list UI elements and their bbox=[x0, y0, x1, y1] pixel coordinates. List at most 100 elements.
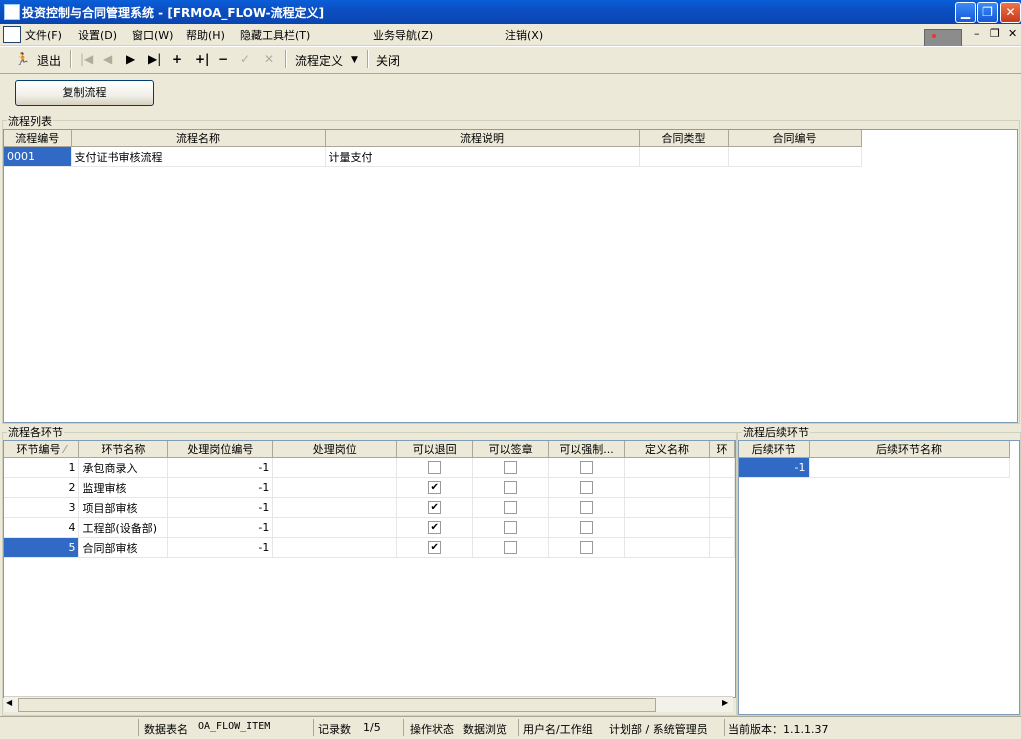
cell-def-name[interactable] bbox=[624, 477, 710, 498]
cell-next-step-name[interactable] bbox=[809, 457, 1010, 478]
prev-record-icon[interactable]: ◀ bbox=[103, 52, 112, 66]
cell-post-no[interactable]: -1 bbox=[167, 457, 274, 478]
cell-extra[interactable] bbox=[709, 477, 735, 498]
table-row[interactable]: 4 工程部(设备部) -1 ✔ bbox=[4, 517, 735, 538]
cell-post[interactable] bbox=[272, 517, 398, 538]
checkbox-sign[interactable] bbox=[504, 461, 518, 475]
menu-business-nav[interactable]: 业务导航(Z) bbox=[373, 27, 433, 43]
minimize-icon[interactable]: ▁ bbox=[955, 2, 976, 23]
cell-def-name[interactable] bbox=[624, 457, 710, 478]
cell-def-name[interactable] bbox=[624, 497, 710, 518]
copy-flow-button[interactable]: 复制流程 bbox=[15, 80, 154, 106]
add-icon[interactable]: + bbox=[172, 52, 182, 66]
flow-def-menu-button[interactable]: 流程定义 bbox=[295, 52, 343, 69]
steps-grid[interactable]: 环节编号 ⁄ 环节名称 处理岗位编号 处理岗位 可以退回 可以签章 可以强制..… bbox=[3, 440, 736, 698]
dropdown-arrow-icon[interactable]: ▼ bbox=[351, 55, 358, 65]
next-steps-grid[interactable]: 后续环节 后续环节名称 -1 bbox=[738, 440, 1020, 715]
mdi-close-icon[interactable]: ✕ bbox=[1008, 27, 1017, 40]
checkbox-sign[interactable] bbox=[504, 521, 518, 535]
menu-file[interactable]: 文件(F) bbox=[25, 27, 62, 43]
cell-step-no[interactable]: 3 bbox=[4, 497, 80, 518]
col-header[interactable]: 后续环节名称 bbox=[809, 441, 1010, 458]
col-header[interactable]: 环节编号 ⁄ bbox=[4, 441, 80, 458]
cell-extra[interactable] bbox=[709, 537, 735, 558]
table-row[interactable]: 2 监理审核 -1 ✔ bbox=[4, 477, 735, 498]
cell-step-name[interactable]: 工程部(设备部) bbox=[78, 517, 169, 538]
col-header[interactable]: 流程说明 bbox=[325, 130, 640, 147]
cell-post-no[interactable]: -1 bbox=[167, 497, 274, 518]
close-form-button[interactable]: 关闭 bbox=[376, 52, 400, 69]
col-header[interactable]: 环 bbox=[709, 441, 735, 458]
cell-flow-name[interactable]: 支付证书审核流程 bbox=[71, 146, 326, 167]
menu-help[interactable]: 帮助(H) bbox=[186, 27, 225, 43]
exit-button[interactable]: 退出 bbox=[37, 52, 61, 69]
mdi-minimize-icon[interactable]: – bbox=[974, 27, 980, 40]
checkbox-return[interactable]: ✔ bbox=[428, 521, 442, 535]
menu-logout[interactable]: 注销(X) bbox=[505, 27, 543, 43]
cell-step-name[interactable]: 合同部审核 bbox=[78, 537, 169, 558]
restore-icon[interactable]: ❐ bbox=[977, 2, 998, 23]
col-header[interactable]: 合同类型 bbox=[639, 130, 729, 147]
confirm-icon[interactable]: ✓ bbox=[240, 52, 250, 66]
cell-def-name[interactable] bbox=[624, 517, 710, 538]
cell-step-name[interactable]: 项目部审核 bbox=[78, 497, 169, 518]
checkbox-force[interactable] bbox=[580, 481, 594, 495]
cell-def-name[interactable] bbox=[624, 537, 710, 558]
horizontal-scrollbar[interactable]: ◀ ▶ bbox=[4, 696, 733, 712]
cell-contract-type[interactable] bbox=[639, 146, 729, 167]
cell-extra[interactable] bbox=[709, 497, 735, 518]
scroll-left-icon[interactable]: ◀ bbox=[6, 698, 12, 707]
col-header[interactable]: 处理岗位 bbox=[272, 441, 398, 458]
next-record-icon[interactable]: ▶ bbox=[126, 52, 135, 66]
cell-extra[interactable] bbox=[709, 457, 735, 478]
cell-step-no[interactable]: 2 bbox=[4, 477, 80, 498]
menu-window[interactable]: 窗口(W) bbox=[132, 27, 173, 43]
cell-step-name[interactable]: 承包商录入 bbox=[78, 457, 169, 478]
col-header[interactable]: 流程名称 bbox=[71, 130, 326, 147]
col-header[interactable]: 后续环节 bbox=[739, 441, 810, 458]
cancel-icon[interactable]: ✕ bbox=[264, 52, 274, 66]
cell-step-no[interactable]: 5 bbox=[4, 537, 80, 558]
cell-post[interactable] bbox=[272, 537, 398, 558]
cell-next-step[interactable]: -1 bbox=[739, 457, 810, 478]
col-header[interactable]: 可以签章 bbox=[472, 441, 550, 458]
checkbox-sign[interactable] bbox=[504, 481, 518, 495]
first-record-icon[interactable]: |◀ bbox=[80, 52, 93, 66]
col-header[interactable]: 可以强制... bbox=[548, 441, 626, 458]
cell-step-name[interactable]: 监理审核 bbox=[78, 477, 169, 498]
col-header[interactable]: 处理岗位编号 bbox=[167, 441, 274, 458]
flow-list-grid[interactable]: 流程编号 流程名称 流程说明 合同类型 合同编号 0001 支付证书审核流程 计… bbox=[3, 129, 1018, 423]
checkbox-return[interactable] bbox=[428, 461, 442, 475]
col-header[interactable]: 定义名称 bbox=[624, 441, 710, 458]
checkbox-force[interactable] bbox=[580, 521, 594, 535]
cell-post[interactable] bbox=[272, 477, 398, 498]
col-header[interactable]: 可以退回 bbox=[396, 441, 474, 458]
table-row[interactable]: 5 合同部审核 -1 ✔ bbox=[4, 537, 735, 558]
checkbox-force[interactable] bbox=[580, 461, 594, 475]
insert-icon[interactable]: +| bbox=[195, 52, 209, 66]
cell-flow-desc[interactable]: 计量支付 bbox=[325, 146, 640, 167]
cell-post[interactable] bbox=[272, 497, 398, 518]
checkbox-return[interactable]: ✔ bbox=[428, 501, 442, 515]
mdi-restore-icon[interactable]: ❐ bbox=[990, 27, 1000, 40]
col-header[interactable]: 流程编号 bbox=[4, 130, 72, 147]
col-header[interactable]: 环节名称 bbox=[78, 441, 169, 458]
table-row[interactable]: 1 承包商录入 -1 bbox=[4, 457, 735, 478]
delete-icon[interactable]: − bbox=[218, 52, 228, 66]
cell-post-no[interactable]: -1 bbox=[167, 517, 274, 538]
scroll-right-icon[interactable]: ▶ bbox=[722, 698, 728, 707]
cell-post-no[interactable]: -1 bbox=[167, 537, 274, 558]
checkbox-sign[interactable] bbox=[504, 541, 518, 555]
scroll-thumb[interactable] bbox=[18, 698, 656, 712]
cell-post[interactable] bbox=[272, 457, 398, 478]
menu-hide-toolbar[interactable]: 隐藏工具栏(T) bbox=[240, 27, 310, 43]
checkbox-sign[interactable] bbox=[504, 501, 518, 515]
cell-step-no[interactable]: 1 bbox=[4, 457, 80, 478]
checkbox-return[interactable]: ✔ bbox=[428, 481, 442, 495]
table-row[interactable]: -1 bbox=[739, 457, 1010, 478]
menu-settings[interactable]: 设置(D) bbox=[78, 27, 117, 43]
checkbox-force[interactable] bbox=[580, 541, 594, 555]
cell-flow-no[interactable]: 0001 bbox=[4, 146, 72, 167]
cell-contract-no[interactable] bbox=[728, 146, 862, 167]
col-header[interactable]: 合同编号 bbox=[728, 130, 862, 147]
